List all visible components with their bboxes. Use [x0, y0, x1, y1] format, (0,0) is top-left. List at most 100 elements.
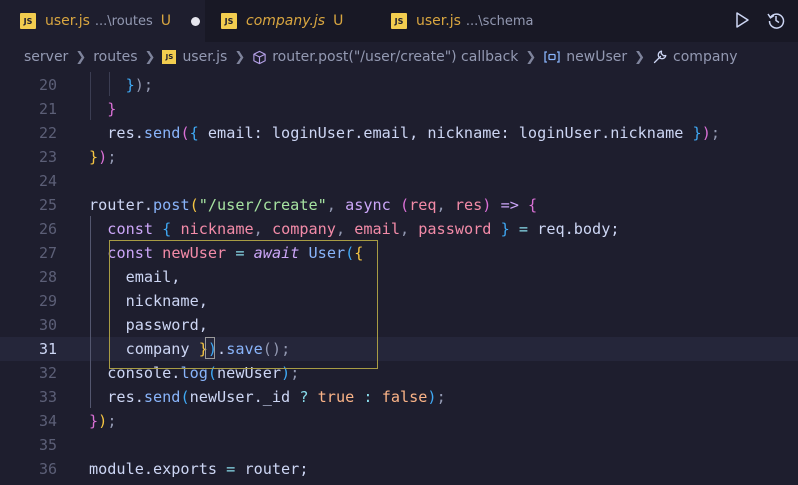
code-token: ;: [436, 388, 446, 406]
chevron-right-icon: ❯: [634, 49, 646, 65]
tab-filename: company.js: [246, 13, 326, 29]
code-line[interactable]: 34});: [0, 409, 798, 433]
line-number: 36: [38, 460, 57, 478]
code-token: }: [125, 76, 135, 94]
line-number: 21: [38, 100, 57, 118]
code-token: ;: [107, 148, 117, 166]
code-line[interactable]: 35: [0, 433, 798, 457]
code-token: :: [363, 388, 373, 406]
code-line[interactable]: 22 res.send({ email: loginUser.email, ni…: [0, 121, 798, 145]
breadcrumb-item-server[interactable]: server: [24, 49, 68, 65]
tab-company-js[interactable]: JS company.js U: [205, 0, 375, 42]
line-number: 22: [38, 124, 57, 142]
code-text: });: [89, 145, 116, 169]
chevron-right-icon: ❯: [234, 49, 246, 65]
code-token: (: [399, 196, 410, 214]
line-number: 25: [38, 196, 57, 214]
breadcrumb-item-company[interactable]: company: [673, 49, 738, 65]
line-number: 30: [38, 316, 57, 334]
code-text: });: [89, 409, 116, 433]
line-number: 20: [38, 76, 57, 94]
code-line[interactable]: 26 const { nickname, company, email, pas…: [0, 217, 798, 241]
code-token: newUser._id: [189, 388, 300, 406]
line-number: 23: [38, 148, 57, 166]
code-token: ?: [299, 388, 309, 406]
code-token: ): [98, 412, 108, 430]
code-line[interactable]: 33 res.send(newUser._id ? true : false);: [0, 385, 798, 409]
tab-bar: JS user.js ...\routes U JS company.js U …: [0, 0, 798, 42]
code-text: }: [89, 97, 116, 121]
tab-user-js-routes[interactable]: JS user.js ...\routes U: [0, 0, 205, 42]
code-token: {: [162, 220, 172, 238]
code-token: module.exports: [89, 460, 227, 478]
code-token: ;: [107, 412, 117, 430]
breadcrumb-item-routes[interactable]: routes: [93, 49, 137, 65]
js-file-icon: JS: [162, 50, 177, 64]
code-token: router;: [235, 460, 309, 478]
code-token: res: [454, 196, 483, 214]
line-number: 34: [38, 412, 57, 430]
run-icon[interactable]: [732, 10, 752, 30]
code-line[interactable]: 20 });: [0, 73, 798, 97]
chevron-right-icon: ❯: [144, 49, 156, 65]
code-token: ): [701, 124, 711, 142]
bracket-pair-highlight: [109, 240, 378, 369]
history-icon[interactable]: [766, 10, 786, 30]
code-token: password: [418, 220, 492, 238]
code-token: email: [354, 220, 400, 238]
breadcrumb: server ❯ routes ❯ JS user.js ❯ router.po…: [0, 42, 798, 72]
code-text: const { nickname, company, email, passwo…: [89, 217, 619, 241]
chevron-right-icon: ❯: [75, 49, 87, 65]
unsaved-dot-icon[interactable]: [191, 16, 201, 26]
code-token: }: [89, 148, 99, 166]
code-token: async: [345, 196, 391, 214]
code-token: (: [189, 196, 199, 214]
line-number: 24: [38, 172, 57, 190]
code-token: company: [271, 220, 336, 238]
breadcrumb-item-newuser[interactable]: newUser: [566, 49, 627, 65]
code-line[interactable]: 21 }: [0, 97, 798, 121]
code-token: send: [143, 388, 181, 406]
js-file-icon: JS: [391, 13, 407, 29]
code-token: ,: [253, 220, 272, 238]
chevron-right-icon: ❯: [525, 49, 537, 65]
tab-status: U: [160, 13, 172, 29]
breadcrumb-item-callback[interactable]: router.post("/user/create") callback: [272, 49, 518, 65]
tab-filename: user.js: [416, 13, 461, 29]
code-token: email: loginUser.email, nickname: loginU…: [198, 124, 693, 142]
code-text: res.send(newUser._id ? true : false);: [89, 385, 446, 409]
code-token: }: [692, 124, 702, 142]
code-text: module.exports = router;: [89, 457, 308, 481]
code-line[interactable]: 25 router.post("/user/create", async (req…: [0, 193, 798, 217]
matching-bracket-highlight: [205, 337, 215, 359]
tab-path: ...\routes: [94, 13, 153, 29]
code-token: send: [143, 124, 181, 142]
code-token: router.: [89, 196, 154, 214]
code-line[interactable]: 23});: [0, 145, 798, 169]
line-number: 28: [38, 268, 57, 286]
code-line[interactable]: 36 module.exports = router;: [0, 457, 798, 481]
tab-path: ...\schema: [465, 13, 534, 29]
line-number: 27: [38, 244, 57, 262]
code-editor[interactable]: 3736module.exports = router;3534});33 re…: [0, 72, 798, 485]
code-text: });: [89, 73, 153, 97]
code-token: req: [409, 196, 437, 214]
code-line[interactable]: 37: [0, 481, 798, 485]
code-token: "/user/create": [198, 196, 327, 214]
code-token: true: [317, 388, 355, 406]
code-token: {: [189, 124, 199, 142]
tab-user-js-schema[interactable]: JS user.js ...\schema: [375, 0, 575, 42]
code-line[interactable]: 24: [0, 169, 798, 193]
breadcrumb-item-file[interactable]: user.js: [182, 49, 227, 65]
variable-icon: [543, 50, 561, 64]
js-file-icon: JS: [20, 13, 36, 29]
tab-filename: user.js: [45, 13, 90, 29]
code-token: =>: [500, 196, 519, 214]
